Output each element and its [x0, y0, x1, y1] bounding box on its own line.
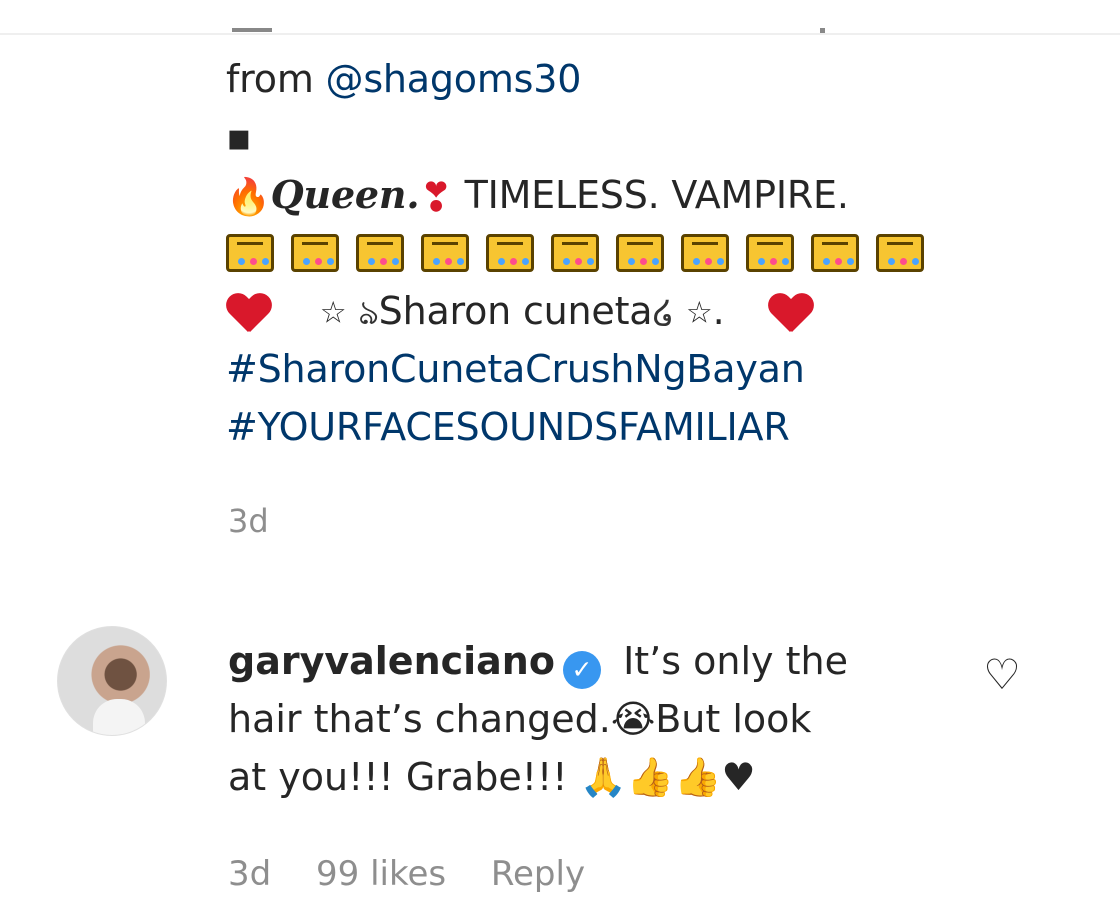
likes-count[interactable]: 99 likes — [316, 854, 446, 894]
comment-text-part: But look — [655, 697, 812, 741]
sharon-name-text: Sharon cuneta — [378, 289, 653, 333]
heart-exclamation-icon: ❣ — [419, 174, 453, 221]
crown-icon — [551, 234, 599, 272]
username-link[interactable]: garyvalenciano — [228, 639, 555, 683]
caption-from-line: from @shagoms30 — [226, 50, 986, 108]
from-label: from — [226, 57, 326, 101]
praying-hands-icon: 🙏 — [579, 755, 627, 799]
comment-row: garyvalenciano ✓ It’s only the hair that’… — [0, 620, 1120, 909]
fire-icon: 🔥 — [226, 176, 271, 218]
star-icon: ☆ — [685, 295, 713, 331]
like-heart-icon[interactable]: ♡ — [980, 654, 1024, 696]
post-caption: from @shagoms30 ▪ 🔥Queen.❣ TIMELESS. VAM… — [226, 50, 986, 456]
crown-icon — [421, 234, 469, 272]
previous-line-fragment — [232, 28, 272, 32]
crown-row — [226, 224, 986, 282]
comment-timestamp[interactable]: 3d — [228, 854, 271, 894]
crown-icon — [291, 234, 339, 272]
crown-icon — [616, 234, 664, 272]
caption-period: . — [712, 289, 725, 333]
comment-meta: 3d 99 likes Reply — [228, 854, 619, 894]
crown-icon — [486, 234, 534, 272]
reply-button[interactable]: Reply — [491, 854, 585, 894]
swirl-icon: ໒ — [652, 293, 674, 333]
black-heart-icon: ♥ — [721, 755, 756, 799]
caption-queen-line: 🔥Queen.❣ TIMELESS. VAMPIRE. — [226, 166, 986, 224]
heart-icon — [768, 294, 812, 334]
comment-text-part: It’s only the — [610, 639, 848, 683]
comment-text-part: hair that’s changed. — [228, 697, 611, 741]
comment-text-part: at you!!! Grabe!!! — [228, 755, 580, 799]
crown-icon — [356, 234, 404, 272]
swirl-icon: ঌ — [358, 293, 379, 333]
queen-text: Queen. — [270, 172, 420, 217]
caption-sharon-line: ☆ ঌSharon cuneta໒ ☆. — [226, 282, 986, 340]
crown-icon — [811, 234, 859, 272]
verified-icon: ✓ — [562, 651, 601, 689]
thumbs-up-icon: 👍 — [626, 755, 675, 799]
comment-list-top-border — [0, 0, 1120, 35]
caption-separator: ▪ — [226, 115, 252, 159]
crown-icon — [876, 234, 924, 272]
crown-icon — [681, 234, 729, 272]
timeless-text: TIMELESS. VAMPIRE. — [452, 173, 849, 217]
heart-icon — [226, 294, 270, 334]
crown-icon — [746, 234, 794, 272]
crown-icon — [226, 234, 274, 272]
hashtag-link[interactable]: #SharonCunetaCrushNgBayan — [226, 340, 986, 398]
mention-link[interactable]: @shagoms30 — [326, 57, 582, 101]
thumbs-up-icon: 👍 — [674, 755, 722, 799]
star-icon: ☆ — [319, 295, 347, 331]
hashtag-link[interactable]: #YOURFACESOUNDSFAMILIAR — [226, 398, 986, 456]
crying-face-icon: 😭 — [610, 697, 656, 741]
avatar[interactable] — [57, 626, 167, 736]
comment-text: garyvalenciano ✓ It’s only the hair that’… — [228, 632, 928, 806]
previous-line-dot — [820, 28, 825, 33]
caption-timestamp[interactable]: 3d — [228, 502, 269, 540]
